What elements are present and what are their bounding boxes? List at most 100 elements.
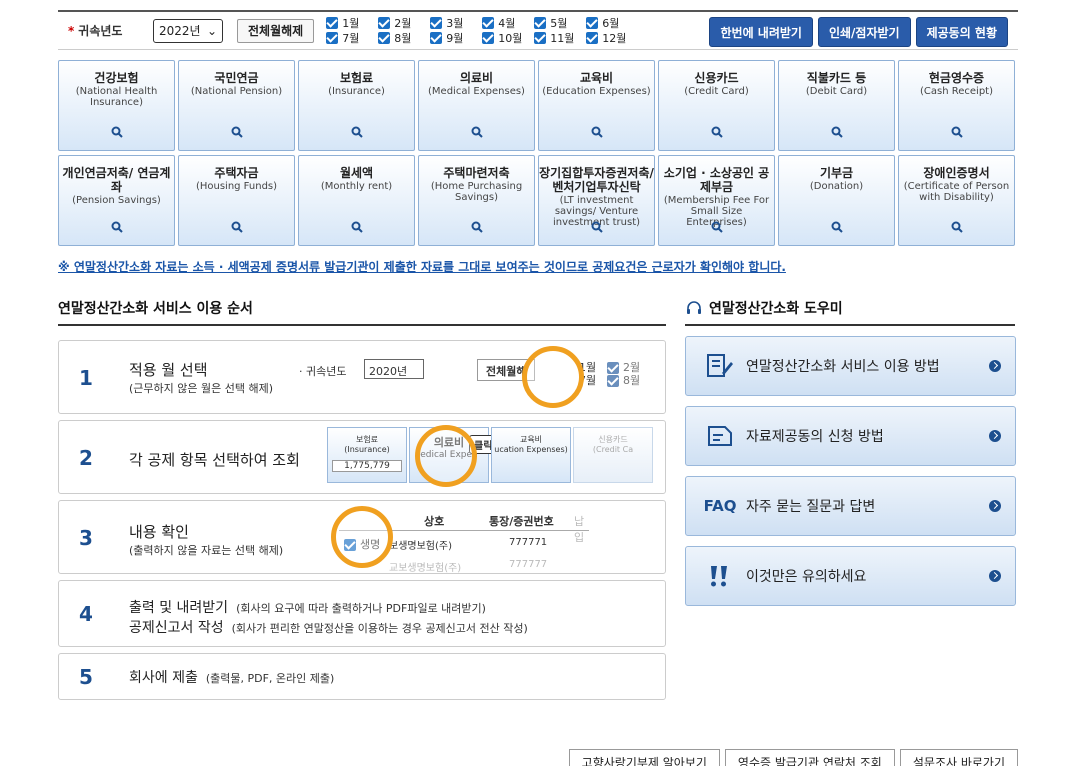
month-checkbox-7[interactable]: 7월 — [326, 31, 378, 45]
category-tile[interactable]: 건강보험 (National Health Insurance) — [58, 60, 175, 151]
category-tile[interactable]: 주택자금 (Housing Funds) — [178, 155, 295, 246]
category-subtitle: (Certificate of Person with Disability) — [903, 181, 1010, 203]
magnifier-icon — [591, 126, 603, 138]
step-title-2: 공제신고서 작성 (회사가 편리한 연말정산을 이용하는 경우 공제신고서 전산 … — [129, 617, 528, 637]
demo-year-value: 2020년 — [369, 365, 408, 378]
category-tile[interactable]: 교육비 (Education Expenses) — [538, 60, 655, 151]
year-label: * 귀속년도 — [68, 22, 148, 39]
demo-row-account: 777771 — [509, 537, 548, 548]
month-label: 12월 — [602, 32, 627, 45]
download-all-button[interactable]: 한번에 내려받기 — [709, 17, 813, 47]
demo-col-company: 상호 — [424, 515, 445, 528]
checkbox-icon — [430, 32, 443, 44]
category-tile[interactable]: 직불카드 등 (Debit Card) — [778, 60, 895, 151]
demo-education-tile: 교육비 ucation Expenses) — [491, 427, 571, 483]
category-tile[interactable]: 장기집합투자증권저축/ 벤처기업투자신탁 (LT investment savin… — [538, 155, 655, 246]
category-tile[interactable]: 소기업 · 소상공인 공제부금 (Membership Fee For Small… — [658, 155, 775, 246]
month-label: 2월 — [394, 17, 412, 30]
notice-text[interactable]: ※ 연말정산간소화 자료는 소득 · 세액공제 증명서류 발급기관이 제출한 자… — [58, 258, 786, 275]
category-tile[interactable]: 현금영수증 (Cash Receipt) — [898, 60, 1015, 151]
step-title: 출력 및 내려받기 (회사의 요구에 따라 출력하거나 PDF파일로 내려받기) — [129, 597, 486, 617]
category-tile[interactable]: 기부금 (Donation) — [778, 155, 895, 246]
month-checkbox-1[interactable]: 1월 — [326, 16, 378, 30]
magnifier-icon — [591, 221, 603, 233]
demo-month-8: 8월 — [607, 372, 640, 388]
help-item-consent[interactable]: 자료제공동의 신청 방법 — [685, 406, 1016, 466]
magnifier-icon — [711, 221, 723, 233]
issuer-contact-button[interactable]: 영수증 발급기관 연락처 조회 — [724, 749, 895, 766]
month-checkbox-3[interactable]: 3월 — [430, 16, 482, 30]
helper-title-text: 연말정산간소화 도우미 — [709, 301, 843, 317]
help-item-usage[interactable]: 연말정산간소화 서비스 이용 방법 — [685, 336, 1016, 396]
checkbox-icon — [607, 375, 619, 387]
month-checkbox-10[interactable]: 10월 — [482, 31, 534, 45]
help-item-faq[interactable]: FAQ 자주 묻는 질문과 답변 — [685, 476, 1016, 536]
step-title: 각 공제 항목 선택하여 조회 — [129, 451, 300, 469]
month-checkbox-5[interactable]: 5월 — [534, 16, 586, 30]
consent-status-button[interactable]: 제공동의 현황 — [915, 17, 1008, 47]
month-checkbox-9[interactable]: 9월 — [430, 31, 482, 45]
category-title: 건강보험 — [94, 71, 139, 85]
help-item-caution[interactable]: 이것만은 유의하세요 — [685, 546, 1016, 606]
category-tile[interactable]: 장애인증명서 (Certificate of Person with Disabi… — [898, 155, 1015, 246]
step-note: (회사의 요구에 따라 출력하거나 PDF파일로 내려받기) — [236, 602, 486, 615]
magnifier-icon — [711, 126, 723, 138]
magnifier-icon — [111, 126, 123, 138]
year-select[interactable]: 2022년 ⌄ — [153, 18, 223, 43]
month-checkbox-6[interactable]: 6월 — [586, 16, 638, 30]
category-title: 개인연금저축/ 연금계좌 — [62, 166, 171, 194]
month-label: 8월 — [394, 32, 412, 45]
category-tile[interactable]: 의료비 (Medical Expenses) — [418, 60, 535, 151]
category-tile[interactable]: 보험료 (Insurance) — [298, 60, 415, 151]
top-buttons: 한번에 내려받기 인쇄/점자받기 제공동의 현황 — [709, 17, 1008, 47]
category-subtitle: (National Health Insurance) — [75, 86, 158, 108]
step-title: 회사에 제출 (출력물, PDF, 온라인 제출) — [129, 667, 334, 687]
chevron-right-icon — [989, 570, 1001, 582]
magnifier-icon — [951, 221, 963, 233]
step-1: 1 적용 월 선택 (근무하지 않은 월은 선택 해제) · 귀속년도 2020… — [58, 340, 666, 414]
magnifier-icon — [471, 126, 483, 138]
checkbox-icon — [534, 32, 547, 44]
demo-tile-en: ucation Expenses) — [494, 445, 568, 454]
step-5: 5 회사에 제출 (출력물, PDF, 온라인 제출) — [58, 653, 666, 700]
month-checkbox-4[interactable]: 4월 — [482, 16, 534, 30]
month-checkbox-8[interactable]: 8월 — [378, 31, 430, 45]
hometown-donation-button[interactable]: 고향사랑기부제 알아보기 — [568, 749, 720, 766]
category-subtitle: (Pension Savings) — [72, 195, 161, 206]
help-label: 이것만은 유의하세요 — [746, 569, 867, 585]
step-title-text: 공제신고서 작성 — [129, 620, 224, 636]
demo-row-company: 교보생명보험(주) — [389, 563, 462, 574]
month-checkbox-2[interactable]: 2월 — [378, 16, 430, 30]
category-title: 월세액 — [339, 166, 374, 180]
demo-insurance-tile: 보험료 (Insurance) 1,775,779 — [327, 427, 407, 483]
clear-all-months-button[interactable]: 전체월해제 — [237, 18, 315, 43]
category-tile[interactable]: 국민연금 (National Pension) — [178, 60, 295, 151]
print-braille-button[interactable]: 인쇄/점자받기 — [817, 17, 911, 47]
category-title: 국민연금 — [214, 71, 259, 85]
checkbox-icon — [586, 32, 599, 44]
category-subtitle: (Debit Card) — [805, 86, 868, 97]
checkbox-icon — [430, 17, 443, 29]
step-number: 1 — [79, 366, 93, 390]
category-tile[interactable]: 개인연금저축/ 연금계좌 (Pension Savings) — [58, 155, 175, 246]
faq-icon: FAQ — [703, 497, 737, 515]
month-label: 5월 — [550, 17, 568, 30]
survey-button[interactable]: 설문조사 바로가기 — [899, 749, 1018, 766]
checkbox-icon — [482, 17, 495, 29]
step-4: 4 출력 및 내려받기 (회사의 요구에 따라 출력하거나 PDF파일로 내려받기… — [58, 580, 666, 647]
step-title-text: 출력 및 내려받기 — [129, 600, 229, 616]
demo-row-account: 777777 — [509, 559, 548, 570]
category-tile[interactable]: 월세액 (Monthly rent) — [298, 155, 415, 246]
step-title: 적용 월 선택 — [129, 361, 208, 379]
highlight-circle — [415, 425, 477, 487]
year-value: 2022년 — [159, 24, 201, 38]
category-subtitle: (National Pension) — [190, 86, 283, 97]
month-label: 10월 — [498, 32, 523, 45]
category-subtitle: (Education Expenses) — [542, 86, 651, 97]
filter-bar: * 귀속년도 2022년 ⌄ 전체월해제 1월 2월 3월 4월 5월 6월 7월 … — [58, 10, 1018, 50]
month-checkbox-11[interactable]: 11월 — [534, 31, 586, 45]
category-tile[interactable]: 신용카드 (Credit Card) — [658, 60, 775, 151]
pencil-doc-icon — [704, 352, 736, 380]
category-tile[interactable]: 주택마련저축 (Home Purchasing Savings) — [418, 155, 535, 246]
month-checkbox-12[interactable]: 12월 — [586, 31, 638, 45]
